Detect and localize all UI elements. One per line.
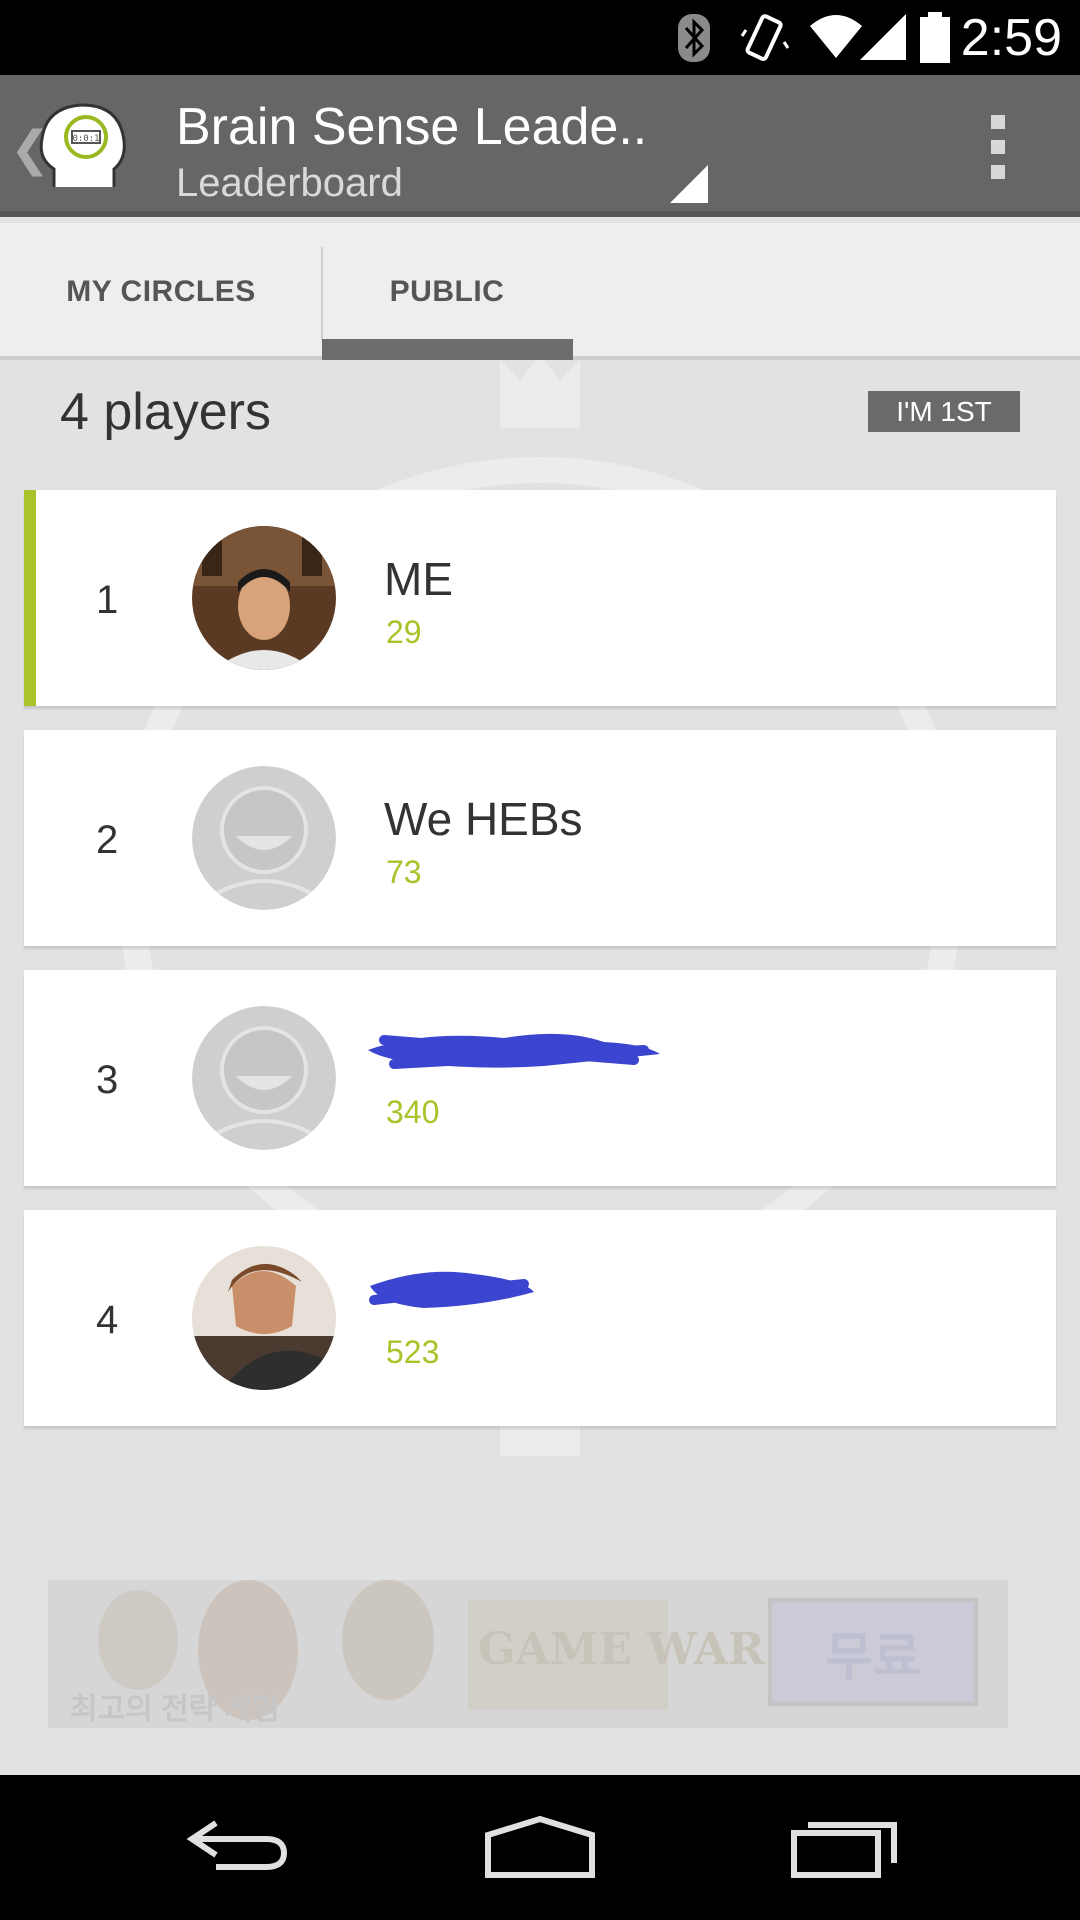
tab-my-circles[interactable]: MY CIRCLES: [40, 223, 282, 360]
default-avatar-icon: [192, 766, 336, 910]
overflow-menu-icon[interactable]: [978, 115, 1018, 185]
app-logo-icon[interactable]: 0:0:1: [34, 99, 130, 195]
players-count: 4 players: [60, 383, 271, 441]
player-name: ME: [384, 553, 453, 605]
player-score: 29: [386, 614, 422, 650]
player-name: We HEBs: [384, 793, 583, 845]
home-icon[interactable]: [484, 1815, 596, 1879]
signal-icon: [860, 14, 906, 60]
recents-icon[interactable]: [790, 1815, 900, 1879]
player-score: 523: [386, 1334, 440, 1370]
spinner-dropdown-icon[interactable]: [670, 165, 708, 203]
leaderboard-row[interactable]: 4 523: [24, 1210, 1056, 1426]
wifi-icon: [810, 15, 862, 58]
player-score: 340: [386, 1094, 440, 1130]
avatar: [192, 526, 336, 670]
leaderboard-content[interactable]: 4 players I'M 1ST 1 ME 29 2 We HEBs 73 3…: [0, 360, 1080, 1775]
clock: 2:59: [960, 9, 1062, 67]
bluetooth-icon: [678, 14, 710, 62]
navigation-bar: [0, 1775, 1080, 1920]
app-title[interactable]: Brain Sense Leade..: [176, 97, 647, 157]
ad-logo: GAME WAR: [478, 1624, 765, 1675]
battery-icon: [920, 12, 950, 63]
ad-banner[interactable]: 최고의 전략 게임 GAME WAR 무료: [48, 1580, 1008, 1728]
svg-text:0:0:1: 0:0:1: [72, 134, 99, 144]
status-bar: 2:59: [0, 0, 1080, 75]
app-subtitle[interactable]: Leaderboard: [176, 161, 403, 206]
leaderboard-row[interactable]: 3 340: [24, 970, 1056, 1186]
ad-tagline: 최고의 전략 게임: [70, 1693, 280, 1726]
im-first-button[interactable]: I'M 1ST: [868, 391, 1020, 432]
avatar: [192, 1246, 336, 1390]
tab-bar: MY CIRCLES PUBLIC: [0, 223, 1080, 360]
redacted-name-scribble: [369, 1271, 534, 1308]
vibrate-icon: [740, 14, 790, 61]
ad-free-button[interactable]: 무료: [768, 1598, 978, 1706]
rank-label: 4: [96, 1298, 119, 1342]
default-avatar-icon: [192, 1006, 336, 1150]
redacted-name-scribble: [368, 1033, 660, 1069]
leaderboard-row[interactable]: 1 ME 29: [24, 490, 1056, 706]
rank-label: 1: [96, 578, 119, 622]
action-bar: ❮ 0:0:1 Brain Sense Leade.. Leaderboard: [0, 75, 1080, 217]
player-score: 73: [386, 854, 422, 890]
rank-label: 2: [96, 818, 119, 862]
tab-selected-indicator: [322, 339, 573, 360]
back-icon[interactable]: [186, 1815, 290, 1875]
rank-label: 3: [96, 1058, 119, 1102]
leaderboard-row[interactable]: 2 We HEBs 73: [24, 730, 1056, 946]
